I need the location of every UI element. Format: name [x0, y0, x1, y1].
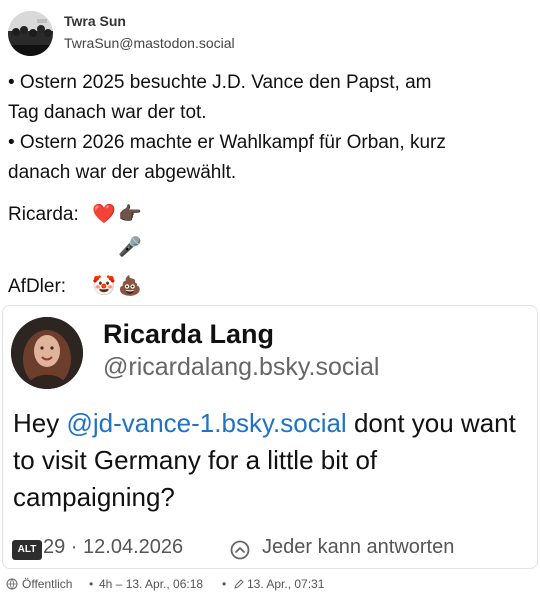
reply-setting-icon: [230, 540, 250, 560]
afdler-reaction-line: AfDler: 🤡 💩: [8, 270, 528, 303]
embedded-author-handle[interactable]: @ricardalang.bsky.social: [103, 353, 379, 382]
reaction-label: Ricarda:: [8, 204, 79, 225]
globe-icon: [6, 578, 18, 590]
meta-separator: •: [89, 577, 94, 591]
microphone-line: 🎤: [8, 231, 528, 264]
alt-badge[interactable]: ALT: [12, 540, 42, 560]
author-handle[interactable]: TwraSun@mastodon.social: [64, 35, 235, 51]
pencil-icon: [234, 579, 244, 589]
microphone-icon: 🎤: [118, 236, 142, 258]
post-metadata: Öffentlich • 4h – 13. Apr., 06:18 • 13. …: [6, 576, 534, 594]
pile-of-poo-icon: 💩: [118, 275, 142, 297]
reply-setting-label[interactable]: Jeder kann antworten: [262, 536, 454, 559]
pointing-hand-icon: 👉🏿: [118, 203, 142, 225]
meta-separator: •: [222, 577, 227, 591]
reaction-label: AfDler:: [8, 276, 67, 297]
post-line: • Ostern 2025 besuchte J.D. Vance den Pa…: [8, 72, 432, 93]
embedded-author-avatar[interactable]: [11, 317, 83, 389]
post-line: Tag danach war der tot.: [8, 102, 207, 123]
edited-time-link[interactable]: 13. Apr., 07:31: [247, 577, 324, 591]
author-avatar[interactable]: [8, 11, 53, 56]
post-line: • Ostern 2026 machte er Wahlkampf für Or…: [8, 132, 446, 153]
post-time-link[interactable]: 4h – 13. Apr., 06:18: [99, 577, 203, 591]
embedded-text-before: Hey: [13, 408, 67, 438]
clown-face-icon: 🤡: [92, 275, 116, 297]
author-name[interactable]: Twra Sun: [64, 13, 126, 29]
red-heart-icon: ❤️: [92, 203, 116, 225]
embedded-post-footer: ALT 29 · 12.04.2026 Jeder kann antworten: [12, 536, 532, 566]
ricarda-reaction-line: Ricarda: ❤️ 👉🏿: [8, 198, 528, 231]
embedded-mention-link[interactable]: @jd-vance-1.bsky.social: [66, 408, 346, 438]
post-author: Twra Sun TwraSun@mastodon.social: [8, 11, 528, 57]
embedded-count-date: 29 · 12.04.2026: [43, 536, 184, 558]
embedded-author-name[interactable]: Ricarda Lang: [103, 319, 274, 350]
post-line: danach war der abgewählt.: [8, 162, 237, 183]
embedded-post[interactable]: Ricarda Lang @ricardalang.bsky.social He…: [2, 305, 538, 569]
post-body: • Ostern 2025 besuchte J.D. Vance den Pa…: [8, 68, 528, 303]
embedded-post-text: Hey @jd-vance-1.bsky.social dont you wan…: [13, 405, 533, 516]
visibility-label: Öffentlich: [22, 577, 73, 591]
